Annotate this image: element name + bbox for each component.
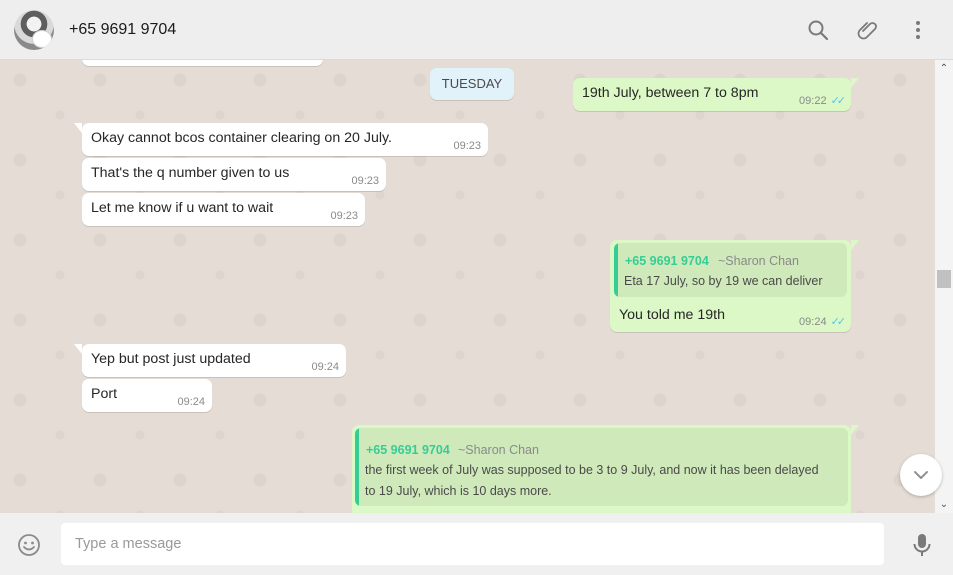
quote-sender-alias: ~Sharon Chan xyxy=(458,443,539,457)
bubble-tail xyxy=(851,240,859,250)
message-text: That's the q number given to us xyxy=(91,165,290,181)
quote-text-line-1: the first week of July was supposed to b… xyxy=(365,463,819,477)
message-bubble-incoming[interactable]: Okay cannot bcos container clearing on 2… xyxy=(82,123,488,156)
bubble-tail xyxy=(74,123,82,133)
scroll-up-arrow-icon[interactable]: ⌃ xyxy=(939,64,949,74)
mic-icon[interactable] xyxy=(910,532,934,558)
day-separator: TUESDAY xyxy=(430,68,514,100)
message-time: 09:23 xyxy=(330,210,358,222)
bubble-tail xyxy=(851,78,859,88)
quote-sender-number: +65 9691 9704 xyxy=(366,443,450,457)
bubble-tail xyxy=(74,344,82,354)
message-bubble-incoming[interactable]: Yep but post just updated 09:24 xyxy=(82,344,346,377)
message-time: 09:24 ✓✓ xyxy=(799,316,847,328)
chevron-down-icon xyxy=(914,471,928,479)
message-text: You told me 19th xyxy=(619,307,725,323)
message-text: Port xyxy=(91,386,118,402)
message-bubble-partial xyxy=(82,60,323,66)
contact-avatar[interactable] xyxy=(14,10,54,50)
quote-sender-number: +65 9691 9704 xyxy=(625,254,709,268)
message-text: 19th July, between 7 to 8pm xyxy=(582,85,759,101)
bubble-tail xyxy=(851,425,859,435)
message-time: 09:24 xyxy=(177,396,205,408)
message-bubble-incoming[interactable]: Port 09:24 xyxy=(82,379,212,412)
emoji-icon[interactable] xyxy=(17,533,41,557)
read-ticks-icon: ✓✓ xyxy=(830,95,847,107)
message-time: 09:23 xyxy=(351,175,379,187)
message-time: 09:24 xyxy=(311,361,339,373)
read-ticks-icon: ✓✓ xyxy=(830,316,847,328)
chat-scrollbar[interactable]: ⌃ ⌄ xyxy=(935,60,953,513)
message-bubble-incoming[interactable]: Let me know if u want to wait 09:23 xyxy=(82,193,365,226)
message-bubble-outgoing[interactable]: 19th July, between 7 to 8pm 09:22 ✓✓ xyxy=(573,78,851,111)
avatar-pet-detail xyxy=(32,30,52,48)
scrollbar-thumb[interactable] xyxy=(937,270,951,288)
message-text: Let me know if u want to wait xyxy=(91,200,274,216)
quote-sender-alias: ~Sharon Chan xyxy=(718,254,799,268)
attach-icon[interactable] xyxy=(856,18,880,42)
message-input[interactable] xyxy=(61,523,884,565)
quote-text-line-2: to 19 July, which is 10 days more. xyxy=(365,484,552,498)
quote-text: Eta 17 July, so by 19 we can deliver xyxy=(624,274,823,288)
message-bubble-outgoing-reply[interactable]: +65 9691 9704 ~Sharon Chan Eta 17 July, … xyxy=(610,240,851,332)
message-time: 09:22 ✓✓ xyxy=(799,95,847,107)
quoted-message[interactable]: +65 9691 9704 ~Sharon Chan the first wee… xyxy=(355,428,848,506)
message-bubble-outgoing-reply[interactable]: +65 9691 9704 ~Sharon Chan the first wee… xyxy=(352,425,851,513)
quote-accent-bar xyxy=(355,428,359,506)
scroll-down-arrow-icon[interactable]: ⌄ xyxy=(939,500,949,510)
message-bubble-incoming[interactable]: That's the q number given to us 09:23 xyxy=(82,158,386,191)
message-text: Okay cannot bcos container clearing on 2… xyxy=(91,130,392,146)
contact-name[interactable]: +65 9691 9704 xyxy=(69,21,176,39)
message-text: Yep but post just updated xyxy=(91,351,251,367)
scroll-to-bottom-button[interactable] xyxy=(900,454,942,496)
quote-accent-bar xyxy=(614,243,618,297)
message-list[interactable]: TUESDAY 19th July, between 7 to 8pm 09:2… xyxy=(0,60,935,513)
message-time: 09:23 xyxy=(453,140,481,152)
message-composer xyxy=(0,513,953,575)
search-icon[interactable] xyxy=(806,18,830,42)
menu-icon[interactable] xyxy=(906,18,930,42)
quoted-message[interactable]: +65 9691 9704 ~Sharon Chan Eta 17 July, … xyxy=(614,243,847,297)
chat-header: +65 9691 9704 xyxy=(0,0,953,60)
